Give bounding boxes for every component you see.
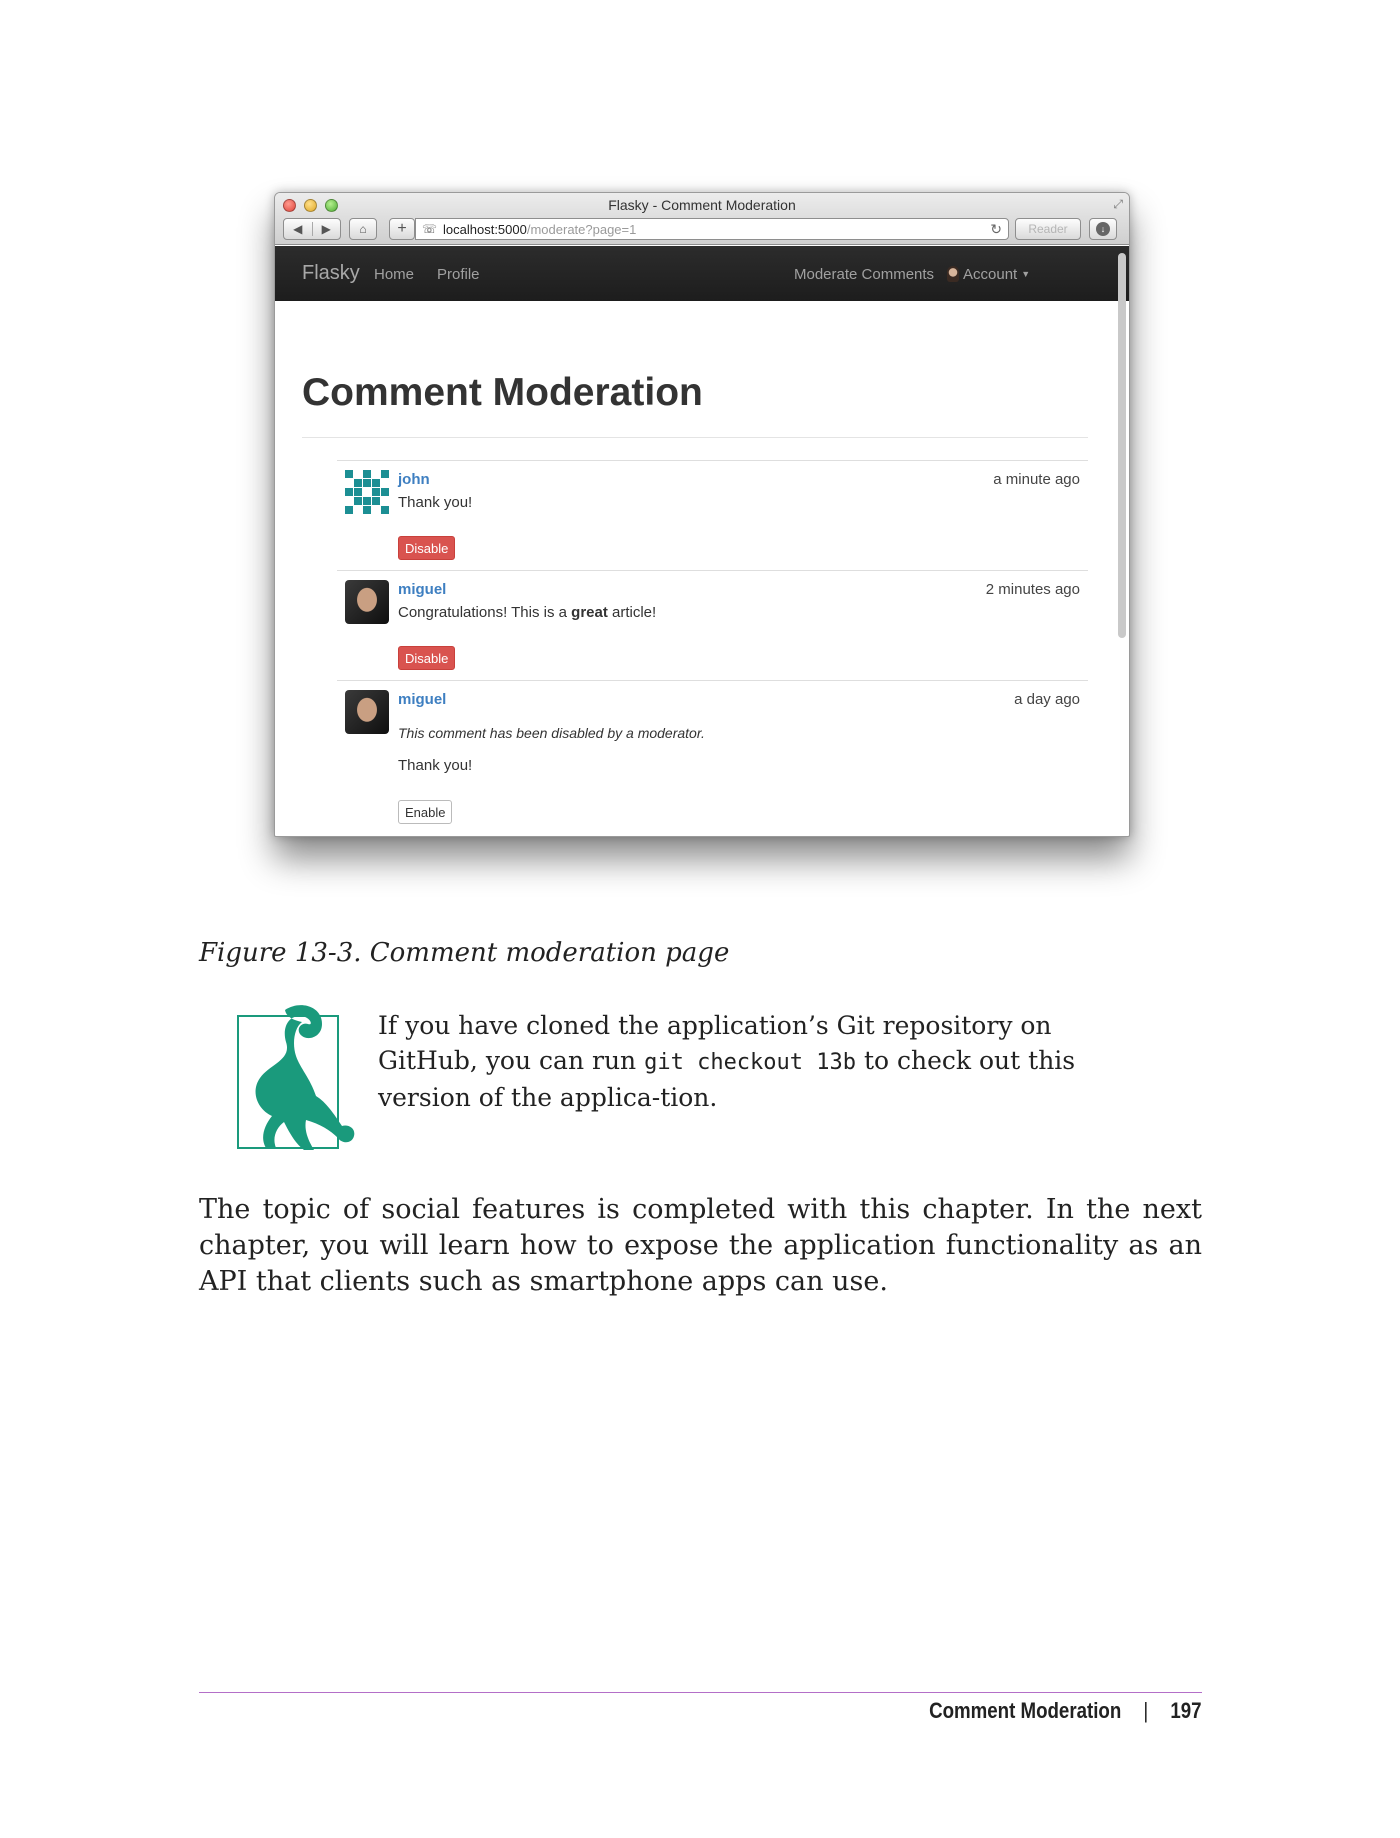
comment-date: a minute ago xyxy=(993,471,1080,488)
account-avatar xyxy=(947,266,959,282)
downloads-button[interactable]: ↓ xyxy=(1089,218,1117,240)
footer-rule xyxy=(199,1692,1202,1693)
browser-screenshot: Flasky - Comment Moderation ⤢ ◀ ▶ ⌂ + ☏ … xyxy=(274,192,1130,837)
comment-date: 2 minutes ago xyxy=(985,581,1080,598)
phone-icon: ☏ xyxy=(422,222,438,236)
reload-icon[interactable]: ↻ xyxy=(990,221,1002,238)
tip-note: If you have cloned the application’s Git… xyxy=(378,1011,1076,1112)
address-host: localhost:5000 xyxy=(443,221,527,237)
comment-author[interactable]: miguel xyxy=(398,581,446,598)
address-bar[interactable]: ☏ localhost:5000/moderate?page=1 ↻ xyxy=(415,218,1009,240)
comment-author[interactable]: john xyxy=(398,471,430,488)
page-title: Comment Moderation xyxy=(302,371,703,414)
page-scrollbar[interactable] xyxy=(1118,253,1126,638)
reader-button[interactable]: Reader xyxy=(1015,218,1081,240)
back-button[interactable]: ◀ xyxy=(284,222,312,236)
comment-body: Thank you! xyxy=(398,757,473,774)
title-divider xyxy=(302,437,1088,438)
site-navbar: Flasky Home Profile Moderate Comments Ac… xyxy=(275,246,1129,301)
forward-button[interactable]: ▶ xyxy=(311,222,341,236)
comment-date: a day ago xyxy=(1014,691,1080,708)
disabled-notice: This comment has been disabled by a mode… xyxy=(398,725,705,741)
nav-link-profile[interactable]: Profile xyxy=(437,266,480,283)
git-command: git checkout 13b xyxy=(644,1050,857,1075)
address-path: /moderate?page=1 xyxy=(526,221,637,237)
body-paragraph: The topic of social features is complete… xyxy=(199,1194,1202,1297)
page-number: 197 xyxy=(1170,1698,1202,1723)
account-label: Account xyxy=(963,266,1018,283)
navbar-brand[interactable]: Flasky xyxy=(302,262,360,285)
back-forward-buttons: ◀ ▶ xyxy=(283,218,341,240)
comment-author[interactable]: miguel xyxy=(398,691,446,708)
lemur-tip-icon xyxy=(237,1005,355,1150)
comment-item: john a minute ago Thank you! Disable xyxy=(337,460,1088,570)
footer-separator: | xyxy=(1143,1698,1149,1723)
window-title: Flasky - Comment Moderation xyxy=(608,197,796,213)
plus-icon: + xyxy=(397,220,407,237)
comment-item: miguel a day ago This comment has been d… xyxy=(337,680,1088,836)
disable-comment-button[interactable]: Disable xyxy=(398,646,456,670)
caret-down-icon: ▼ xyxy=(1021,269,1031,279)
footer-section-title: Comment Moderation xyxy=(929,1698,1122,1723)
comment-item: miguel 2 minutes ago Congratulations! Th… xyxy=(337,570,1088,680)
browser-chrome: Flasky - Comment Moderation ⤢ ◀ ▶ ⌂ + ☏ … xyxy=(275,193,1129,245)
page-footer: Comment Moderation | 197 xyxy=(930,1698,1202,1724)
enable-comment-button[interactable]: Enable xyxy=(398,800,453,824)
disable-comment-button[interactable]: Disable xyxy=(398,536,456,560)
photo-avatar[interactable] xyxy=(345,690,389,734)
identicon-avatar[interactable] xyxy=(345,470,389,514)
comment-body: Congratulations! This is a great article… xyxy=(398,604,657,621)
home-button[interactable]: ⌂ xyxy=(349,218,377,240)
home-icon: ⌂ xyxy=(359,222,367,236)
figure-caption: Figure 13-3. Comment moderation page xyxy=(199,938,730,968)
add-bookmark-button[interactable]: + xyxy=(389,218,415,240)
photo-avatar[interactable] xyxy=(345,580,389,624)
download-icon: ↓ xyxy=(1096,222,1110,236)
nav-link-moderate-comments[interactable]: Moderate Comments xyxy=(794,266,934,283)
account-dropdown[interactable]: Account ▼ xyxy=(947,266,1030,283)
fullscreen-icon[interactable]: ⤢ xyxy=(1113,197,1123,212)
comment-body: Thank you! xyxy=(398,494,473,511)
nav-link-home[interactable]: Home xyxy=(374,266,414,283)
